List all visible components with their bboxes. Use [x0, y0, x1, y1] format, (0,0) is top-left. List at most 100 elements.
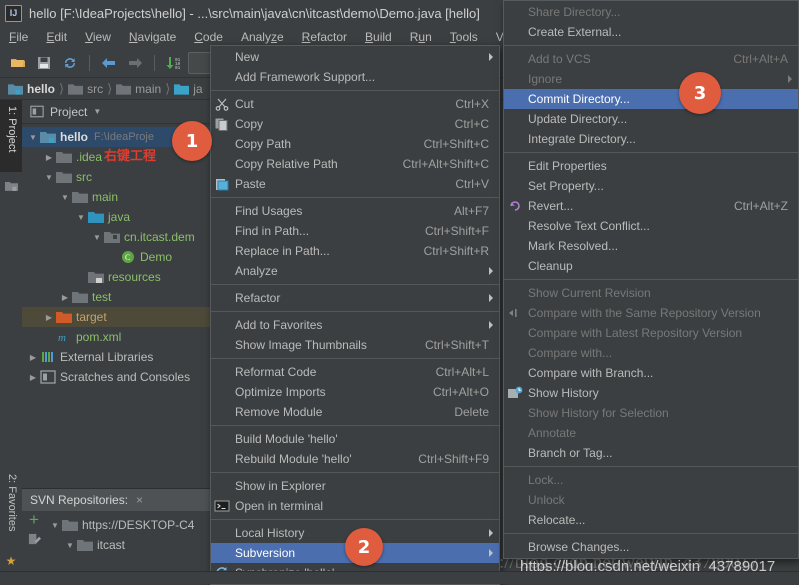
menu-item-build-module-hello[interactable]: Build Module 'hello'	[211, 429, 499, 449]
menubar-item-navigate[interactable]: Navigate	[120, 28, 185, 46]
menu-item-revert[interactable]: Revert... Ctrl+Alt+Z	[504, 196, 798, 216]
tree-node-cn-itcast-dem[interactable]: ▼ cn.itcast.dem	[22, 227, 232, 247]
tree-node-resources[interactable]: resources	[22, 267, 232, 287]
svn-tree-node[interactable]: ▼ itcast	[46, 535, 232, 555]
menu-item-edit-properties[interactable]: Edit Properties	[504, 156, 798, 176]
breadcrumb-item-hello[interactable]: hello	[8, 82, 59, 96]
menu-item-new[interactable]: New	[211, 47, 499, 67]
menu-item-remove-module[interactable]: Remove Module Delete	[211, 402, 499, 422]
menu-item-shortcut: Ctrl+V	[455, 177, 489, 191]
menu-item-copy[interactable]: Copy Ctrl+C	[211, 114, 499, 134]
menu-item-copy-path[interactable]: Copy Path Ctrl+Shift+C	[211, 134, 499, 154]
menu-item-resolve-text-conflict[interactable]: Resolve Text Conflict...	[504, 216, 798, 236]
menubar-item-analyze[interactable]: Analyze	[232, 28, 293, 46]
chevron-right-icon[interactable]: ▶	[42, 153, 56, 162]
chevron-right-icon[interactable]: ▶	[26, 373, 40, 382]
menu-item-update-directory[interactable]: Update Directory...	[504, 109, 798, 129]
tree-node-java[interactable]: ▼ java	[22, 207, 232, 227]
chevron-right-icon[interactable]: ▶	[26, 353, 40, 362]
menu-item-show-history[interactable]: Show History	[504, 383, 798, 403]
menu-item-find-usages[interactable]: Find Usages Alt+F7	[211, 201, 499, 221]
menubar-item-refactor[interactable]: Refactor	[293, 28, 356, 46]
tree-node-external-libraries[interactable]: ▶ External Libraries	[22, 347, 232, 367]
chevron-right-icon[interactable]: ▶	[58, 293, 72, 302]
svn-tree-node[interactable]: ▼ https://DESKTOP-C4	[46, 515, 232, 535]
menubar-item-build[interactable]: Build	[356, 28, 401, 46]
menu-item-open-in-terminal[interactable]: Open in terminal	[211, 496, 499, 516]
close-icon[interactable]: ×	[136, 493, 143, 507]
project-tool-icon[interactable]	[0, 176, 22, 196]
menu-item-relocate[interactable]: Relocate...	[504, 510, 798, 530]
menu-item-analyze[interactable]: Analyze	[211, 261, 499, 281]
breadcrumb-item-src[interactable]: src	[68, 82, 107, 96]
edit-icon[interactable]	[28, 533, 41, 546]
menu-item-paste[interactable]: Paste Ctrl+V	[211, 174, 499, 194]
vtab-project[interactable]: 1: Project	[0, 100, 22, 172]
save-all-icon[interactable]	[32, 51, 56, 75]
project-panel-header[interactable]: Project ▼	[22, 100, 232, 124]
menu-item-optimize-imports[interactable]: Optimize Imports Ctrl+Alt+O	[211, 382, 499, 402]
back-icon[interactable]	[97, 51, 121, 75]
menu-item-refactor[interactable]: Refactor	[211, 288, 499, 308]
vtab-favorites[interactable]: 2: Favorites	[0, 468, 22, 548]
menubar-item-view[interactable]: View	[76, 28, 120, 46]
chevron-down-icon[interactable]: ▼	[74, 213, 88, 222]
tree-node-main[interactable]: ▼ main	[22, 187, 232, 207]
folder-icon	[56, 169, 72, 185]
menu-item-reformat-code[interactable]: Reformat Code Ctrl+Alt+L	[211, 362, 499, 382]
breadcrumb-label: hello	[27, 81, 56, 96]
breadcrumb-item-main[interactable]: main	[116, 82, 165, 96]
menubar-item-edit[interactable]: Edit	[37, 28, 76, 46]
menu-item-add-to-favorites[interactable]: Add to Favorites	[211, 315, 499, 335]
menu-item-find-in-path[interactable]: Find in Path... Ctrl+Shift+F	[211, 221, 499, 241]
menu-item-replace-in-path[interactable]: Replace in Path... Ctrl+Shift+R	[211, 241, 499, 261]
chevron-down-icon[interactable]: ▼	[90, 233, 104, 242]
open-folder-icon[interactable]	[6, 51, 30, 75]
menu-item-create-external[interactable]: Create External...	[504, 22, 798, 42]
project-context-menu[interactable]: New Add Framework Support... Cut Ctrl+X Copy…	[210, 45, 500, 585]
compile-icon[interactable]: 01 10 01	[162, 51, 186, 75]
menu-item-show-in-explorer[interactable]: Show in Explorer	[211, 476, 499, 496]
menu-item-cleanup[interactable]: Cleanup	[504, 256, 798, 276]
menu-item-compare-with-branch[interactable]: Compare with Branch...	[504, 363, 798, 383]
menu-item-show-image-thumbnails[interactable]: Show Image Thumbnails Ctrl+Shift+T	[211, 335, 499, 355]
tree-node-demo[interactable]: C Demo	[22, 247, 232, 267]
menu-item-mark-resolved[interactable]: Mark Resolved...	[504, 236, 798, 256]
menubar-item-tools[interactable]: Tools	[441, 28, 487, 46]
subversion-submenu[interactable]: Share Directory... Create External... Add …	[503, 0, 799, 559]
chevron-down-icon[interactable]: ▼	[42, 173, 56, 182]
menu-item-browse-changes[interactable]: Browse Changes...	[504, 537, 798, 557]
menu-item-cut[interactable]: Cut Ctrl+X	[211, 94, 499, 114]
chevron-right-icon[interactable]: ▶	[42, 313, 56, 322]
tree-node-pom-xml[interactable]: m pom.xml	[22, 327, 232, 347]
menubar-item-file[interactable]: File	[0, 28, 37, 46]
breadcrumb-item-java[interactable]: ja	[174, 82, 206, 96]
chevron-down-icon[interactable]: ▼	[26, 133, 40, 142]
add-icon[interactable]: +	[29, 511, 39, 528]
menu-item-commit-directory[interactable]: Commit Directory...	[504, 89, 798, 109]
left-tool-window-bar[interactable]: 1: Project 2: Favorites ★	[0, 100, 23, 570]
tree-node-label: test	[92, 290, 112, 304]
tree-node-test[interactable]: ▶ test	[22, 287, 232, 307]
forward-icon[interactable]	[123, 51, 147, 75]
chevron-down-icon[interactable]: ▼	[58, 193, 72, 202]
menu-item-set-property[interactable]: Set Property...	[504, 176, 798, 196]
favorites-star-icon[interactable]: ★	[0, 552, 22, 570]
menu-item-rebuild-module-hello[interactable]: Rebuild Module 'hello' Ctrl+Shift+F9	[211, 449, 499, 469]
menu-item-compare-with-latest-repository-version: Compare with Latest Repository Version	[504, 323, 798, 343]
tree-node-target[interactable]: ▶ target	[22, 307, 232, 327]
chevron-down-icon[interactable]: ▼	[63, 541, 77, 550]
menu-item-add-framework-support[interactable]: Add Framework Support...	[211, 67, 499, 87]
menu-item-branch-or-tag[interactable]: Branch or Tag...	[504, 443, 798, 463]
menu-item-copy-relative-path[interactable]: Copy Relative Path Ctrl+Alt+Shift+C	[211, 154, 499, 174]
chevron-down-icon[interactable]: ▼	[48, 521, 62, 530]
menubar-item-run[interactable]: Run	[401, 28, 441, 46]
sync-icon[interactable]	[58, 51, 82, 75]
tree-node-scratches-and-consoles[interactable]: ▶ Scratches and Consoles	[22, 367, 232, 387]
tree-node-src[interactable]: ▼ src	[22, 167, 232, 187]
chevron-down-icon[interactable]: ▼	[93, 107, 101, 116]
menubar-item-code[interactable]: Code	[185, 28, 232, 46]
menu-item-shortcut: Ctrl+Shift+R	[423, 244, 489, 258]
menu-item-integrate-directory[interactable]: Integrate Directory...	[504, 129, 798, 149]
